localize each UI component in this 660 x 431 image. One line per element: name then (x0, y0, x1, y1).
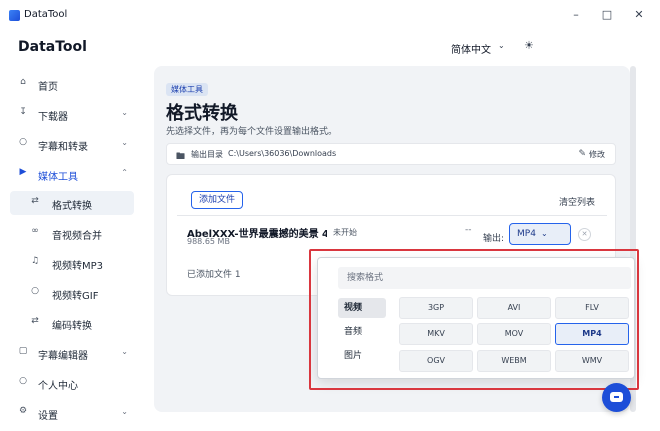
sidebar-item-video-to-mp3[interactable]: ♫ 视频转MP3 (10, 251, 134, 275)
sidebar-item-label: 字幕编辑器 (38, 351, 88, 362)
category-video[interactable]: 视频 (338, 298, 386, 318)
output-format-value: MP4 (517, 229, 536, 239)
format-dropdown: 视频 音频 图片 3GP AVI FLV MKV MOV MP4 OGV WEB… (317, 257, 635, 379)
output-directory-bar: 🖿 输出目录 C:\Users\36036\Downloads ✎ 修改 (166, 143, 616, 165)
sun-icon[interactable]: ☀ (524, 39, 534, 52)
sidebar-item-downloader[interactable]: ↧ 下载器 ⌄ (10, 102, 134, 126)
app-logo-icon (9, 10, 20, 21)
file-size: 988.65 MB (187, 237, 230, 246)
format-option-flv[interactable]: FLV (555, 297, 629, 319)
sidebar-item-media-tools[interactable]: ▶ 媒体工具 ⌃ (10, 162, 134, 186)
folder-icon: 🖿 (176, 152, 186, 162)
output-directory-path: C:\Users\36036\Downloads (228, 149, 337, 158)
format-option-webm[interactable]: WEBM (477, 350, 551, 372)
sidebar-item-encode-convert[interactable]: ⇄ 编码转换 (10, 311, 134, 335)
format-option-mov[interactable]: MOV (477, 323, 551, 345)
clear-list-button[interactable]: 清空列表 (559, 195, 595, 208)
chat-button[interactable] (602, 383, 631, 412)
format-option-avi[interactable]: AVI (477, 297, 551, 319)
brand-title: DataTool (18, 39, 87, 55)
sidebar-item-av-merge[interactable]: ∞ 音视频合并 (10, 221, 134, 245)
user-icon: ○ (19, 376, 27, 386)
chevron-down-icon: ⌄ (121, 407, 128, 416)
gif-icon: ○ (31, 286, 39, 296)
file-status: 未开始 (333, 228, 357, 237)
home-icon: ⌂ (20, 77, 26, 87)
link-icon: ∞ (31, 226, 39, 236)
subtitle-icon: ▢ (18, 346, 28, 356)
sidebar-item-label: 视频转MP3 (52, 261, 104, 272)
file-progress-text: -- (465, 225, 472, 235)
divider (177, 215, 607, 216)
gear-icon: ⚙ (18, 406, 28, 416)
chevron-down-icon: ⌄ (121, 108, 128, 117)
sidebar-item-subtitles-transcription[interactable]: ○ 字幕和转录 ⌄ (10, 132, 134, 156)
sidebar-item-label: 编码转换 (52, 321, 92, 332)
sidebar-item-label: 视频转GIF (52, 291, 99, 302)
edit-output-directory-button[interactable]: 修改 (589, 149, 605, 160)
category-image[interactable]: 图片 (338, 346, 386, 366)
sidebar-item-settings[interactable]: ⚙ 设置 ⌄ (10, 401, 134, 425)
sidebar-item-label: 音视频合并 (52, 231, 102, 242)
sidebar-item-label: 下载器 (38, 112, 68, 123)
sidebar-item-label: 首页 (38, 82, 58, 93)
format-option-ogv[interactable]: OGV (399, 350, 473, 372)
format-search-input[interactable] (338, 267, 631, 289)
language-selector[interactable]: 简体中文 (451, 41, 491, 56)
minimize-icon[interactable]: – (567, 6, 585, 24)
edit-icon[interactable]: ✎ (578, 149, 586, 159)
sidebar-item-user-center[interactable]: ○ 个人中心 (10, 371, 134, 395)
close-icon[interactable]: ✕ (630, 6, 648, 24)
output-directory-label: 输出目录 (191, 150, 223, 159)
swap-icon: ⇄ (31, 196, 39, 206)
output-format-label: 输出: (483, 234, 505, 244)
remove-file-icon[interactable]: ✕ (578, 228, 591, 241)
format-option-3gp[interactable]: 3GP (399, 297, 473, 319)
sidebar: ⌂ 首页 ↧ 下载器 ⌄ ○ 字幕和转录 ⌄ ▶ 媒体工具 ⌃ ⇄ 格式转换 ∞… (0, 66, 140, 431)
chevron-down-icon: ⌄ (121, 347, 128, 356)
section-badge: 媒体工具 (166, 83, 208, 96)
chat-icon (610, 392, 623, 402)
download-icon: ↧ (19, 107, 27, 117)
video-icon: ▶ (19, 167, 27, 177)
swap-icon: ⇄ (31, 316, 39, 326)
sidebar-item-label: 格式转换 (52, 201, 92, 212)
page-subtitle: 先选择文件，再为每个文件设置输出格式。 (166, 127, 338, 137)
format-option-mkv[interactable]: MKV (399, 323, 473, 345)
sidebar-item-label: 个人中心 (38, 381, 78, 392)
app-header: DataTool 简体中文 ⌄ ☀ (0, 30, 660, 66)
output-format-select[interactable]: MP4 ⌄ (509, 223, 571, 245)
chevron-down-icon: ⌄ (541, 229, 548, 238)
sidebar-item-format-convert[interactable]: ⇄ 格式转换 (10, 191, 134, 215)
sidebar-item-label: 设置 (38, 411, 58, 422)
sidebar-item-label: 字幕和转录 (38, 142, 88, 153)
title-bar: DataTool – □ ✕ (0, 0, 660, 30)
sidebar-item-label: 媒体工具 (38, 172, 78, 183)
window-title: DataTool (24, 9, 68, 20)
microphone-icon: ○ (19, 137, 27, 147)
sidebar-item-subtitle-editor[interactable]: ▢ 字幕编辑器 ⌄ (10, 341, 134, 365)
music-icon: ♫ (30, 256, 40, 266)
chevron-down-icon: ⌄ (121, 138, 128, 147)
chevron-up-icon: ⌃ (121, 168, 128, 177)
sidebar-item-home[interactable]: ⌂ 首页 (10, 72, 134, 96)
added-file-count: 已添加文件 1 (187, 270, 241, 280)
chevron-down-icon[interactable]: ⌄ (498, 41, 505, 50)
page-title: 格式转换 (166, 103, 238, 124)
format-option-mp4[interactable]: MP4 (555, 323, 629, 345)
sidebar-item-video-to-gif[interactable]: ○ 视频转GIF (10, 281, 134, 305)
format-option-wmv[interactable]: WMV (555, 350, 629, 372)
maximize-icon[interactable]: □ (598, 6, 616, 24)
add-file-button[interactable]: 添加文件 (191, 191, 243, 209)
category-audio[interactable]: 音频 (338, 322, 386, 342)
